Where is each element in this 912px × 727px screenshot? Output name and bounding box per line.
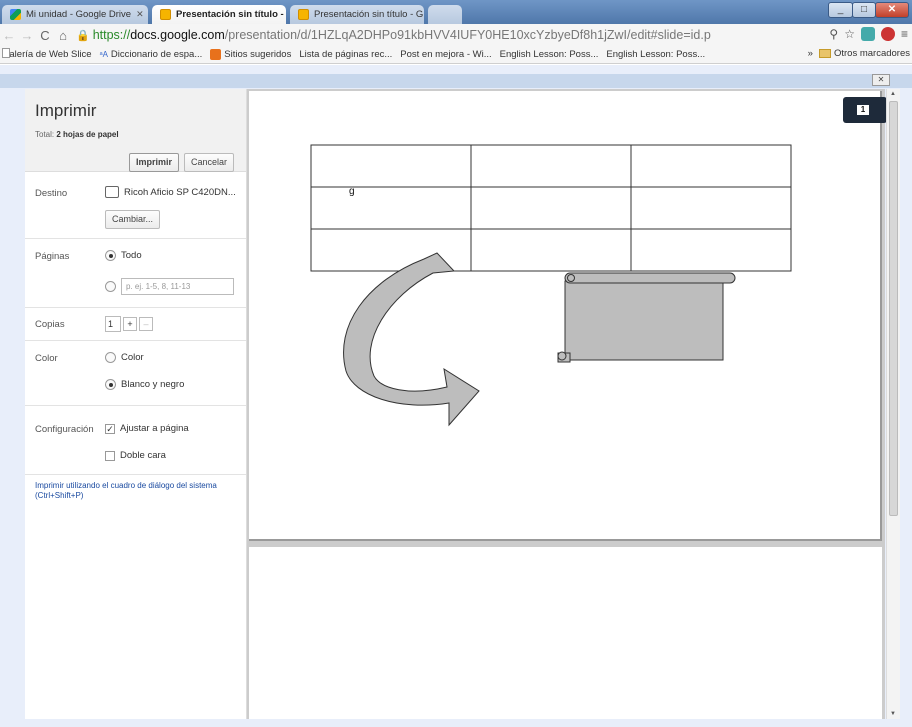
- star-icon[interactable]: ☆: [844, 27, 855, 41]
- minimize-button[interactable]: _: [828, 2, 853, 18]
- extension-icon[interactable]: [860, 27, 875, 41]
- bookmark-item[interactable]: Post en mejora - Wi...: [2, 48, 492, 60]
- extension-red-icon[interactable]: [880, 27, 895, 41]
- translate-icon: ᵃA: [99, 50, 108, 59]
- slides-icon: [298, 9, 309, 20]
- total-sheets: Total: 2 hojas de papel: [35, 130, 119, 139]
- bookmark-item[interactable]: Lista de páginas rec...: [2, 48, 392, 60]
- bookmarks-bar: Galería de Web Slice ᵃA Diccionario de es…: [0, 46, 912, 64]
- color-label: Color: [35, 353, 58, 364]
- copies-input[interactable]: 1: [105, 316, 121, 332]
- destination-section: Destino Ricoh Aficio SP C420DN... Cambia…: [25, 172, 246, 239]
- bookmark-item[interactable]: Galería de Web Slice: [2, 48, 92, 60]
- change-destination-button[interactable]: Cambiar...: [105, 210, 161, 229]
- reload-icon[interactable]: C: [36, 28, 54, 43]
- pages-section: Páginas Todo p. ej. 1-5, 8, 11-13: [25, 239, 246, 308]
- print-preview: g 1: [247, 89, 887, 719]
- back-icon[interactable]: ←: [0, 28, 18, 43]
- tab-presentacion-active[interactable]: Presentación sin título - G ✕: [152, 5, 286, 24]
- forward-icon[interactable]: →: [18, 28, 36, 43]
- new-tab-button[interactable]: [428, 5, 462, 24]
- page-number-badge: 1: [843, 97, 887, 123]
- print-header: Imprimir Total: 2 hojas de papel Imprimi…: [25, 89, 246, 172]
- copies-increment[interactable]: +: [123, 317, 137, 331]
- dialog-title-bar: [0, 74, 912, 88]
- pages-label: Páginas: [35, 251, 70, 262]
- slide-table: [310, 144, 792, 272]
- page-range-input[interactable]: p. ej. 1-5, 8, 11-13: [121, 278, 234, 295]
- copies-label: Copias: [35, 319, 65, 330]
- slide-content: g: [310, 144, 792, 427]
- checkbox-fit-checked[interactable]: ✓: [105, 423, 115, 434]
- print-settings-panel: Imprimir Total: 2 hojas de papel Imprimi…: [25, 89, 247, 719]
- print-title: Imprimir: [35, 101, 97, 120]
- table-cell-text: g: [349, 186, 355, 197]
- scroll-up-arrow-icon[interactable]: ▲: [890, 91, 896, 97]
- settings-section: Configuración ✓ Ajustar a página Doble c…: [25, 406, 246, 475]
- preview-page-2: [249, 547, 882, 719]
- scroll-down-arrow-icon[interactable]: ▼: [890, 711, 896, 717]
- browser-tab-strip: Mi unidad - Google Drive ✕ Presentación …: [0, 0, 912, 24]
- checkbox-two-sided[interactable]: [105, 450, 115, 461]
- preview-page-1: g 1: [249, 91, 887, 541]
- home-icon[interactable]: ⌂: [54, 28, 72, 43]
- lock-icon: 🔒: [76, 29, 90, 42]
- bookmark-item[interactable]: Sitios sugeridos: [210, 49, 291, 60]
- slides-icon: [160, 9, 171, 20]
- preview-scrollbar[interactable]: ▲ ▼: [886, 89, 900, 719]
- destination-label: Destino: [35, 188, 68, 199]
- scroll-shape: [557, 272, 736, 363]
- fit-page-option[interactable]: ✓ Ajustar a página: [105, 423, 189, 434]
- address-toolbar: ← → C ⌂ 🔒 https:// docs.google.com /pres…: [0, 24, 912, 46]
- dialog-close-button[interactable]: ✕: [872, 74, 890, 86]
- copies-section: Copias 1 + –: [25, 308, 246, 341]
- zoom-icon[interactable]: ⚲: [829, 27, 838, 41]
- settings-label: Configuración: [35, 424, 94, 435]
- tab-presentacion[interactable]: Presentación sin título - G ✕: [290, 5, 424, 24]
- bw-option[interactable]: Blanco y negro: [105, 379, 184, 390]
- scrollbar-thumb[interactable]: [889, 101, 898, 516]
- pages-all-option[interactable]: Todo: [105, 250, 142, 261]
- curved-arrow-shape: [343, 252, 480, 427]
- window-close-button[interactable]: ✕: [875, 2, 909, 18]
- two-sided-option[interactable]: Doble cara: [105, 450, 166, 461]
- print-button[interactable]: Imprimir: [129, 153, 180, 172]
- address-bar[interactable]: 🔒 https:// docs.google.com /presentation…: [76, 28, 711, 42]
- color-section: Color Color Blanco y negro: [25, 341, 246, 406]
- color-option[interactable]: Color: [105, 352, 144, 363]
- radio-all[interactable]: [105, 250, 116, 261]
- radio-bw[interactable]: [105, 379, 116, 390]
- bookmark-item[interactable]: English Lesson: Poss...: [2, 48, 598, 60]
- close-tab-icon[interactable]: ✕: [136, 9, 144, 20]
- menu-icon[interactable]: ≡: [901, 27, 908, 41]
- bookmark-item[interactable]: ᵃA Diccionario de espa...: [100, 49, 203, 60]
- drive-icon: [10, 9, 21, 20]
- radio-color[interactable]: [105, 352, 116, 363]
- bookmarks-overflow-button[interactable]: »: [808, 48, 813, 59]
- copies-stepper[interactable]: 1 + –: [105, 316, 153, 332]
- printer-name: Ricoh Aficio SP C420DN...: [105, 186, 236, 198]
- copies-decrement[interactable]: –: [139, 317, 153, 331]
- system-dialog-link[interactable]: Imprimir utilizando el cuadro de diálogo…: [35, 481, 245, 501]
- cancel-button[interactable]: Cancelar: [184, 153, 235, 172]
- tab-mi-unidad[interactable]: Mi unidad - Google Drive ✕: [2, 5, 148, 24]
- bookmark-item[interactable]: English Lesson: Poss...: [2, 48, 705, 60]
- sites-icon: [210, 49, 222, 60]
- folder-icon: [818, 49, 831, 58]
- pages-range-option[interactable]: p. ej. 1-5, 8, 11-13: [105, 278, 234, 295]
- printer-icon: [105, 186, 119, 198]
- page-icon: [2, 48, 10, 58]
- radio-range[interactable]: [105, 281, 116, 292]
- maximize-button[interactable]: □: [852, 2, 876, 18]
- other-bookmarks[interactable]: Otros marcadores: [818, 48, 910, 59]
